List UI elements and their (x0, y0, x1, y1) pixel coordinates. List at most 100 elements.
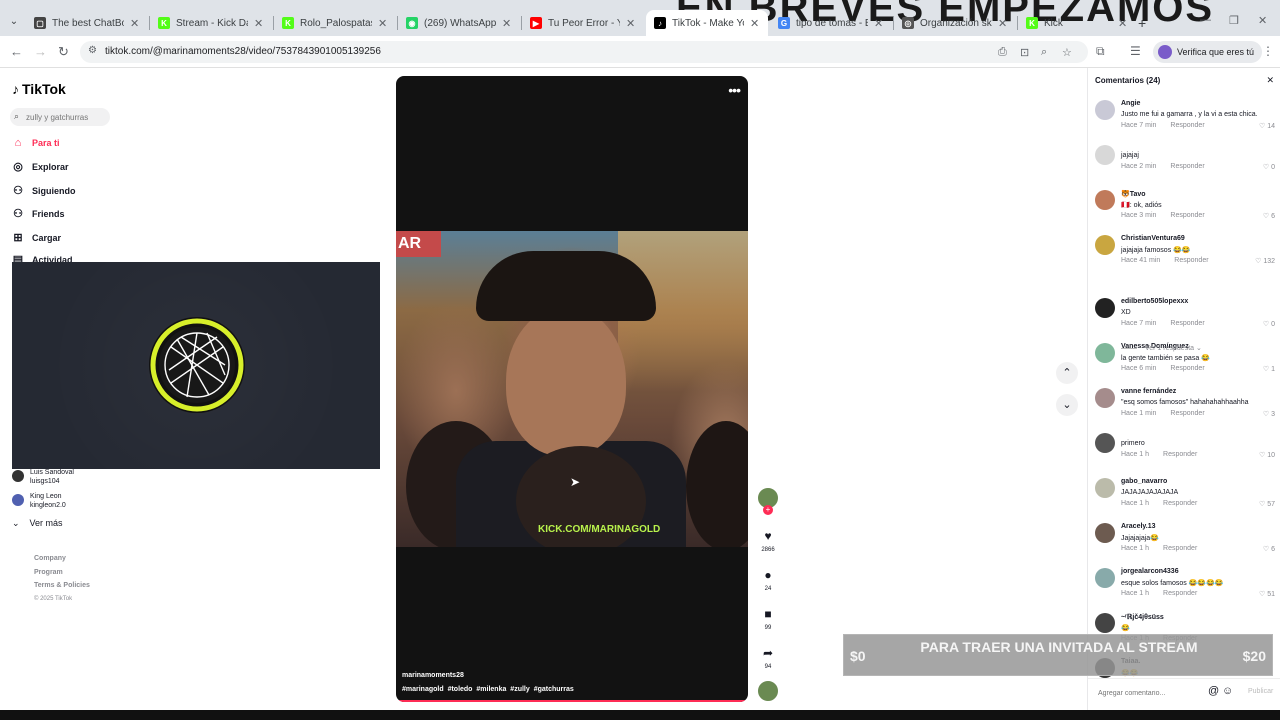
commenter-name[interactable]: ChristianVentura69 (1121, 235, 1185, 242)
commenter-avatar[interactable] (1095, 343, 1115, 363)
commenter-name[interactable]: Aracely.13 (1121, 523, 1156, 530)
reply-button[interactable]: Responder (1163, 500, 1197, 507)
comment-input[interactable] (1098, 686, 1208, 700)
post-comment-button[interactable]: Publicar (1248, 688, 1273, 695)
sidebar-item-friends[interactable]: ⚇ Friends (12, 208, 64, 220)
browser-tab[interactable]: ◉ (269) WhatsApp ✕ (398, 12, 520, 34)
mention-icon[interactable]: @ (1208, 685, 1219, 697)
comment-like-button[interactable]: ♡ 57 (1259, 500, 1275, 508)
like-button[interactable]: ♥ 2866 (757, 528, 779, 553)
comment-like-button[interactable]: ♡ 0 (1263, 163, 1275, 171)
video-frame[interactable]: AR KICK.COM/MARINAGOLD ➤ (396, 231, 748, 547)
close-tab-icon[interactable]: ✕ (750, 17, 760, 30)
commenter-avatar[interactable] (1095, 235, 1115, 255)
video-hashtags[interactable]: #marinagold #toledo #milenka #zully #gat… (402, 686, 574, 693)
close-window-button[interactable]: ✕ (1258, 14, 1267, 27)
commenter-name[interactable]: edilberto505lopexxx (1121, 298, 1188, 305)
comment-like-button[interactable]: ♡ 132 (1255, 257, 1275, 265)
comment-like-button[interactable]: ♡ 6 (1263, 212, 1275, 220)
close-tab-icon[interactable]: ✕ (254, 17, 264, 30)
reply-button[interactable]: Responder (1170, 122, 1204, 129)
comment-button[interactable]: ● 24 (757, 567, 779, 592)
share-button[interactable]: ➦ 94 (757, 645, 779, 670)
see-more-button[interactable]: ⌄ Ver más (12, 518, 63, 529)
commenter-name[interactable]: Angie (1121, 100, 1140, 107)
close-comments-icon[interactable]: ✕ (1266, 75, 1274, 86)
reload-button[interactable]: ↻ (58, 44, 69, 60)
reply-button[interactable]: Responder (1170, 212, 1204, 219)
next-video-button[interactable]: ⌄ (1056, 394, 1078, 416)
browser-tab[interactable]: ▶ Tu Peor Error - YouTu ✕ (522, 12, 644, 34)
bookmark-star-icon[interactable]: ☆ (1062, 46, 1072, 59)
close-tab-icon[interactable]: ✕ (998, 17, 1008, 30)
search-box[interactable]: ⌕ (10, 108, 110, 126)
commenter-name[interactable]: jorgealarcon4336 (1121, 568, 1179, 575)
sidebar-item-siguiendo[interactable]: ⚇ Siguiendo (12, 185, 75, 197)
back-button[interactable]: ← (10, 44, 23, 59)
browser-tab[interactable]: K Stream - Kick Dashbo ✕ (150, 12, 272, 34)
video-player[interactable]: ••• AR KICK.COM/MARINAGOLD ➤ marinamomen… (396, 76, 748, 702)
restore-button[interactable]: ❐ (1229, 14, 1239, 27)
commenter-name[interactable]: ~ʳℝjč4jθsüss (1121, 613, 1164, 621)
browser-tab[interactable]: ◎ Organización sketch ✕ (894, 12, 1016, 34)
tiktok-logo[interactable]: ♪ TikTok (12, 81, 66, 97)
commenter-avatar[interactable] (1095, 190, 1115, 210)
commenter-avatar[interactable] (1095, 145, 1115, 165)
commenter-avatar[interactable] (1095, 388, 1115, 408)
browser-tab[interactable]: ♪ TikTok - Make Yo ✕ (646, 10, 768, 36)
commenter-name[interactable]: vanne fernández (1121, 388, 1176, 395)
install-app-icon[interactable]: ⎙ (998, 46, 1007, 59)
search-input[interactable] (26, 110, 106, 124)
close-tab-icon[interactable]: ✕ (130, 17, 140, 30)
comment-like-button[interactable]: ♡ 6 (1263, 545, 1275, 553)
close-tab-icon[interactable]: ✕ (626, 17, 636, 30)
video-author[interactable]: marinamoments28 (402, 672, 464, 679)
video-more-options-icon[interactable]: ••• (728, 82, 741, 98)
sidebar-item-para-ti[interactable]: ⌂ Para ti (12, 137, 60, 149)
reply-button[interactable]: Responder (1170, 365, 1204, 372)
reading-list-icon[interactable]: ☰ (1130, 44, 1141, 58)
commenter-name[interactable]: 🐯Tavo (1121, 190, 1146, 198)
browser-tab[interactable]: Gtipo de tomas - Busc ✕ (770, 12, 892, 34)
new-tab-button[interactable]: + (1138, 15, 1146, 31)
following-account[interactable]: Luis Sandoval luisgs104 (12, 468, 74, 486)
following-account[interactable]: King Leon kingleon2.0 (12, 492, 66, 510)
address-bar[interactable]: ⚙ tiktok.com/@marinamoments28/video/7537… (80, 41, 1088, 63)
video-progress-bar[interactable] (396, 700, 748, 702)
site-info-icon[interactable]: ⚙ (88, 45, 97, 56)
commenter-name[interactable]: gabo_navarro (1121, 478, 1167, 485)
reply-button[interactable]: Responder (1170, 410, 1204, 417)
browser-tab[interactable]: K Rolo_Palospatas - W ✕ (274, 12, 396, 34)
zoom-icon[interactable]: ⌕ (1041, 46, 1047, 59)
view-replies-button[interactable]: Ver 1 respuesta ⌄ (1121, 344, 1202, 352)
footer-company[interactable]: Company (34, 552, 90, 566)
browser-menu-icon[interactable]: ⋮ (1262, 44, 1274, 58)
commenter-avatar[interactable] (1095, 433, 1115, 453)
comment-like-button[interactable]: ♡ 0 (1263, 320, 1275, 328)
footer-terms[interactable]: Terms & Policies (34, 579, 90, 593)
footer-program[interactable]: Program (34, 566, 90, 580)
save-button[interactable]: ■ 99 (757, 606, 779, 631)
comment-like-button[interactable]: ♡ 1 (1263, 365, 1275, 373)
commenter-avatar[interactable] (1095, 100, 1115, 120)
profile-chip[interactable]: Verifica que eres tú (1153, 41, 1263, 63)
browser-tab[interactable]: K Kick ✕ (1018, 12, 1136, 34)
close-tab-icon[interactable]: ✕ (874, 17, 884, 30)
comment-like-button[interactable]: ♡ 51 (1259, 590, 1275, 598)
comment-like-button[interactable]: ♡ 3 (1263, 410, 1275, 418)
reply-button[interactable]: Responder (1163, 545, 1197, 552)
reply-button[interactable]: Responder (1163, 590, 1197, 597)
sidebar-item-explorar[interactable]: ◎ Explorar (12, 161, 68, 173)
extensions-icon[interactable]: ⧉ (1096, 44, 1105, 59)
reply-button[interactable]: Responder (1170, 320, 1204, 327)
commenter-avatar[interactable] (1095, 298, 1115, 318)
close-tab-icon[interactable]: ✕ (378, 17, 388, 30)
commenter-avatar[interactable] (1095, 523, 1115, 543)
forward-button[interactable]: → (34, 44, 47, 59)
browser-tab[interactable]: ▢ The best ChatBot an ✕ (26, 12, 148, 34)
sound-avatar[interactable] (757, 680, 779, 702)
commenter-avatar[interactable] (1095, 613, 1115, 633)
tab-search-dropdown[interactable]: ⌄ (6, 14, 22, 30)
sidebar-item-cargar[interactable]: ⊞ Cargar (12, 232, 61, 244)
close-tab-icon[interactable]: ✕ (1118, 17, 1128, 30)
